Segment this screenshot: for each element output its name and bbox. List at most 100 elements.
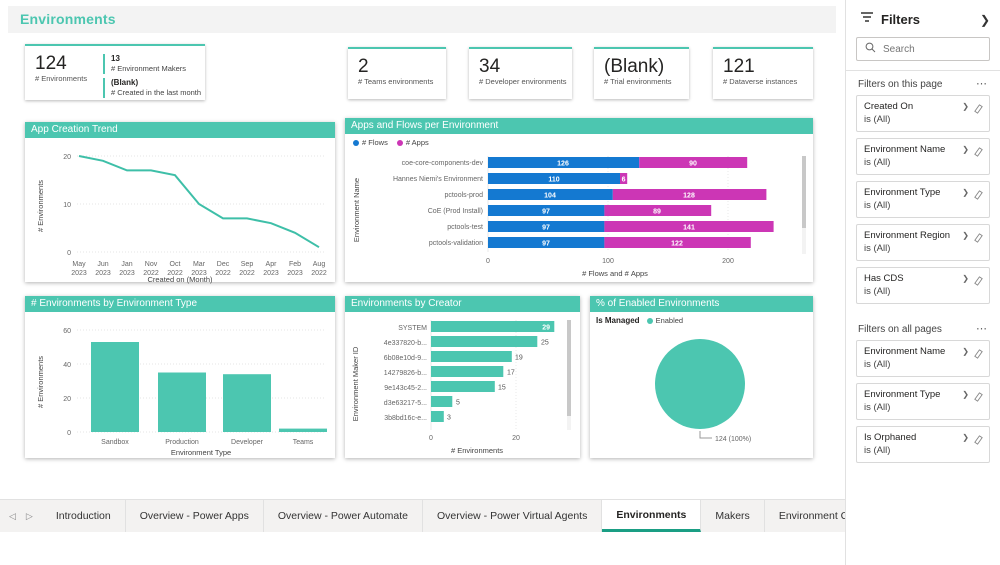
scrollbar-thumb[interactable] [567,320,571,416]
kpi-card-developer-environments[interactable]: 34 # Developer environments [469,47,572,99]
x-tick-production: Production [165,439,199,446]
column-chart[interactable]: 60 40 20 0 # Environments Sandbox Produc… [25,312,335,458]
chevron-down-icon[interactable]: ❯ [962,231,969,240]
svg-text:SYSTEM: SYSTEM [398,325,427,332]
visual-environments-by-type[interactable]: # Environments by Environment Type 60 40… [25,296,335,458]
legend[interactable]: # Flows # Apps [353,138,429,147]
clear-filter-icon[interactable] [973,273,984,291]
bar-row[interactable]: 104 128 [488,189,766,200]
bar-production[interactable] [158,373,206,433]
chevron-down-icon[interactable]: ❯ [962,274,969,283]
chevron-down-icon[interactable]: ❯ [962,433,969,442]
clear-filter-icon[interactable] [973,346,984,364]
tab-overview-power-apps[interactable]: Overview - Power Apps [126,500,264,532]
pie-slice-enabled[interactable] [655,339,745,429]
filter-card-has-cds[interactable]: Has CDS is (All) ❯ [856,267,990,304]
chevron-right-icon[interactable]: ❯ [980,13,990,27]
filter-card-all-environment-type[interactable]: Environment Type is (All) ❯ [856,383,990,420]
bar-row[interactable] [431,366,503,377]
bar-row[interactable] [431,351,512,362]
kpi-card-trial-environments[interactable]: (Blank) # Trial environments [594,47,689,99]
kpi-card-dataverse-instances[interactable]: 121 # Dataverse instances [713,47,813,99]
tab-introduction[interactable]: Introduction [42,500,126,532]
stacked-bar-chart[interactable]: Environment Name coe-core-components-dev… [345,152,813,280]
bar-row[interactable] [431,381,495,392]
pie-data-label: 124 (100%) [715,436,751,443]
chevron-left-icon[interactable]: ◁ [9,511,16,522]
y-axis-title: Environment Maker ID [351,346,360,421]
legend-item-flows[interactable]: # Flows [353,138,388,147]
clear-filter-icon[interactable] [973,230,984,248]
more-options-icon[interactable]: ⋯ [976,81,988,88]
chevron-down-icon[interactable]: ❯ [962,102,969,111]
visual-environments-by-creator[interactable]: Environments by Creator Environment Make… [345,296,580,458]
visual-app-creation-trend[interactable]: App Creation Trend 20 10 0 # Environment… [25,122,335,282]
pie-chart[interactable]: 124 (100%) [590,328,813,454]
kpi-sub-environment-makers: 13 # Environment Makers [103,54,205,74]
chevron-down-icon[interactable]: ❯ [962,347,969,356]
more-options-icon[interactable]: ⋯ [976,326,988,333]
tab-environments[interactable]: Environments [602,500,701,532]
tab-environment-capacity[interactable]: Environment Capacity [765,500,845,532]
legend-item-apps[interactable]: # Apps [397,138,429,147]
chevron-down-icon[interactable]: ❯ [962,145,969,154]
kpi-sub-value: 13 [111,54,205,64]
bar-row[interactable]: 97 89 [488,205,711,216]
svg-text:Nov: Nov [145,261,158,268]
clear-filter-icon[interactable] [973,187,984,205]
clear-filter-icon[interactable] [973,144,984,162]
bar-row[interactable]: 97 141 [488,221,774,232]
legend-item-enabled[interactable]: Enabled [647,316,684,325]
bar-row[interactable]: 110 6 [488,173,627,184]
tab-label: Environments [616,509,686,521]
bar-row[interactable]: 126 90 [488,157,747,168]
chevron-down-icon[interactable]: ❯ [962,390,969,399]
chevron-down-icon[interactable]: ❯ [962,188,969,197]
filter-card-is-orphaned[interactable]: Is Orphaned is (All) ❯ [856,426,990,463]
search-input[interactable] [883,44,981,55]
bar-row[interactable] [431,396,452,407]
tab-overview-power-virtual-agents[interactable]: Overview - Power Virtual Agents [423,500,602,532]
filter-card-environment-name[interactable]: Environment Name is (All) ❯ [856,138,990,175]
tab-overview-power-automate[interactable]: Overview - Power Automate [264,500,423,532]
bar-sandbox[interactable] [91,342,139,432]
clear-filter-icon[interactable] [973,101,984,119]
filter-card-environment-region[interactable]: Environment Region is (All) ❯ [856,224,990,261]
clear-filter-icon[interactable] [973,389,984,407]
bar-row[interactable] [431,336,537,347]
kpi-card-teams-environments[interactable]: 2 # Teams environments [348,47,446,99]
kpi-card-environments[interactable]: 124 # Environments 13 # Environment Make… [25,44,205,100]
svg-text:Dec: Dec [217,261,230,268]
svg-text:Hannes Niemi's Environment: Hannes Niemi's Environment [393,176,483,183]
tab-makers[interactable]: Makers [701,500,764,532]
power-bi-report: Environments 124 # Environments 13 # Env… [0,0,1000,565]
tab-label: Introduction [56,510,111,522]
bar-row[interactable]: 97 122 [488,237,751,248]
visual-apps-flows-per-environment[interactable]: Apps and Flows per Environment # Flows #… [345,118,813,282]
page-tab-bar[interactable]: ◁ ▷ Introduction Overview - Power Apps O… [0,499,845,532]
filter-card-created-on[interactable]: Created On is (All) ❯ [856,95,990,132]
y-axis-title: Environment Name [352,178,361,242]
line-chart[interactable]: 20 10 0 # Environments May2023 Jun2023 J… [25,138,335,282]
clear-filter-icon[interactable] [973,432,984,450]
bar-developer[interactable] [223,374,271,432]
bar-teams[interactable] [279,429,327,432]
bar-row[interactable] [431,321,554,332]
legend-swatch-flows [353,140,359,146]
scrollbar-thumb[interactable] [802,156,806,228]
filter-card-environment-type[interactable]: Environment Type is (All) ❯ [856,181,990,218]
x-tick-teams: Teams [293,439,314,446]
filter-card-all-environment-name[interactable]: Environment Name is (All) ❯ [856,340,990,377]
bar-row[interactable] [431,411,444,422]
filter-value: is (All) [864,285,983,298]
bar-chart-creator[interactable]: Environment Maker ID SYSTEM 4e337820-b..… [345,312,580,458]
svg-text:pctools-test: pctools-test [447,224,483,231]
svg-text:pctools-prod: pctools-prod [444,192,483,199]
tab-nav-arrows[interactable]: ◁ ▷ [0,500,42,532]
filters-pane[interactable]: Filters ❯ Filters on this page ⋯ Created… [845,0,1000,565]
legend[interactable]: Is Managed Enabled [596,316,683,325]
chevron-right-icon[interactable]: ▷ [26,511,33,522]
filters-title: Filters [881,12,920,27]
visual-percent-enabled-environments[interactable]: % of Enabled Environments Is Managed Ena… [590,296,813,458]
filters-search[interactable] [856,37,990,61]
